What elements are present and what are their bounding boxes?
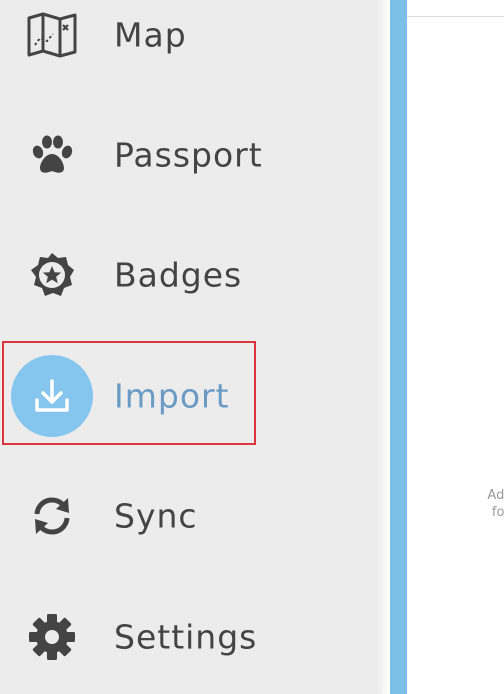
- sidebar-item-import[interactable]: Import: [0, 350, 378, 442]
- sync-icon: [22, 486, 82, 546]
- sidebar-item-label: Settings: [114, 617, 258, 657]
- sidebar-menu: Map Passport Badges Import Sync Settings: [0, 0, 378, 694]
- sidebar-item-sync[interactable]: Sync: [0, 470, 378, 562]
- sidebar-item-label: Sync: [114, 496, 198, 536]
- gear-icon: [22, 607, 82, 667]
- accent-bar: [390, 0, 407, 694]
- sidebar-item-label: Map: [114, 15, 187, 55]
- sidebar-item-settings[interactable]: Settings: [0, 591, 378, 683]
- sidebar-item-label: Passport: [114, 135, 263, 175]
- main-header-divider: [407, 16, 504, 17]
- hint-line-1: Add: [487, 488, 504, 503]
- sidebar-item-badges[interactable]: Badges: [0, 229, 378, 321]
- hint-line-2: fol: [491, 505, 504, 520]
- sidebar-item-passport[interactable]: Passport: [0, 109, 378, 201]
- sidebar-shadow: [378, 0, 390, 694]
- map-icon: [22, 5, 82, 65]
- main-content-panel: [407, 0, 504, 694]
- paw-icon: [22, 125, 82, 185]
- active-icon-circle: [11, 355, 93, 437]
- sidebar-item-label: Badges: [114, 255, 243, 295]
- sidebar-item-map[interactable]: Map: [0, 0, 378, 81]
- empty-state-hint: Add fol: [470, 487, 504, 521]
- sidebar-item-label: Import: [114, 376, 230, 416]
- app-screen: Map Passport Badges Import Sync Settings…: [0, 0, 504, 694]
- download-icon: [11, 355, 93, 437]
- badge-icon: [22, 245, 82, 305]
